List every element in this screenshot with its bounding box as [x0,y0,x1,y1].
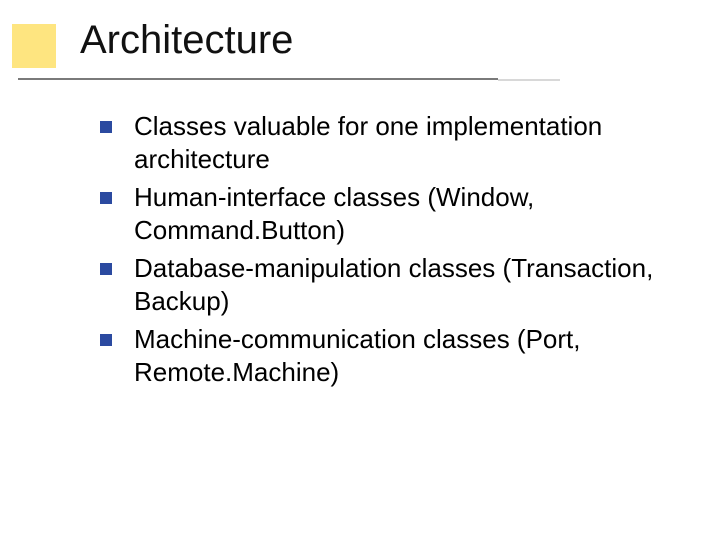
square-bullet-icon [100,334,112,346]
list-item-text: Machine-communication classes (Port, Rem… [134,323,690,388]
list-item-text: Classes valuable for one implementation … [134,110,690,175]
square-bullet-icon [100,192,112,204]
slide-title: Architecture [80,18,293,63]
square-bullet-icon [100,263,112,275]
slide: Architecture Classes valuable for one im… [0,0,720,540]
list-item-text: Human-interface classes (Window, Command… [134,181,690,246]
title-underline [18,78,498,80]
list-item-text: Database-manipulation classes (Transacti… [134,252,690,317]
list-item: Human-interface classes (Window, Command… [100,181,690,246]
list-item: Machine-communication classes (Port, Rem… [100,323,690,388]
square-bullet-icon [100,121,112,133]
list-item: Database-manipulation classes (Transacti… [100,252,690,317]
title-accent-block [12,24,56,68]
slide-body: Classes valuable for one implementation … [100,110,690,394]
list-item: Classes valuable for one implementation … [100,110,690,175]
